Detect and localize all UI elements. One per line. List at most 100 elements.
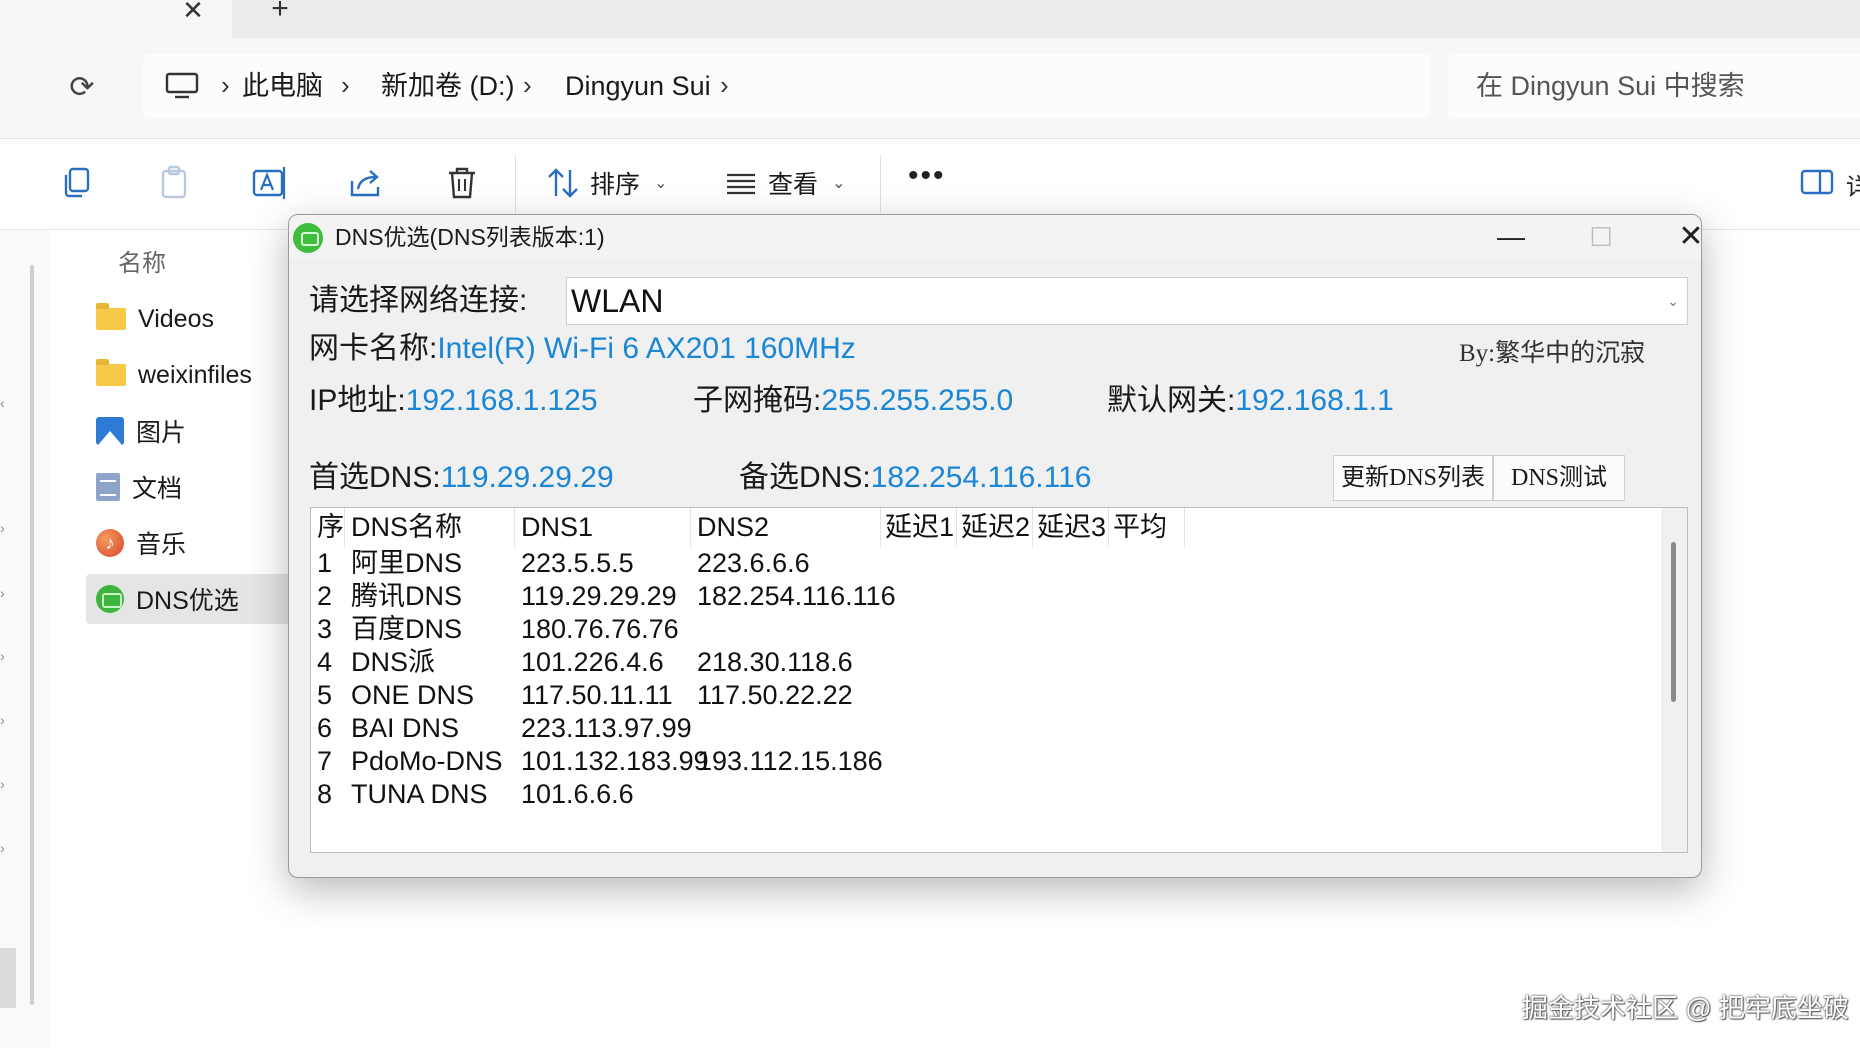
- col-header-latency3[interactable]: 延迟3: [1033, 508, 1109, 547]
- breadcrumb-chevron-icon[interactable]: ›: [221, 54, 230, 118]
- chevron-down-icon: ⌄: [832, 175, 846, 192]
- breadcrumb-chevron-icon[interactable]: ›: [523, 54, 532, 118]
- sort-icon: [548, 168, 578, 198]
- minimize-icon[interactable]: —: [1471, 215, 1551, 259]
- maximize-icon[interactable]: ☐: [1561, 215, 1641, 259]
- expand-arrow-icon[interactable]: ›: [0, 585, 10, 601]
- cell-dns2: [691, 712, 881, 745]
- dialog-title: DNS优选(DNS列表版本:1): [335, 224, 605, 250]
- copy-icon[interactable]: [58, 163, 98, 203]
- update-dns-list-button[interactable]: 更新DNS列表: [1333, 455, 1493, 501]
- dns-app-icon: [96, 585, 124, 613]
- view-label: 查看: [768, 171, 819, 199]
- col-header-dns2[interactable]: DNS2: [691, 508, 881, 547]
- nav-item-weixinfiles[interactable]: weixinfiles: [86, 350, 296, 400]
- sort-button[interactable]: 排序 ⌄: [546, 163, 667, 203]
- nav-item-music[interactable]: ♪ 音乐: [86, 518, 296, 568]
- cell-dns2: 223.6.6.6: [697, 548, 810, 578]
- gateway-row: 默认网关:192.168.1.1: [1107, 379, 1394, 423]
- expand-arrow-icon[interactable]: ‹: [0, 395, 10, 411]
- expand-arrow-icon[interactable]: ›: [0, 840, 10, 856]
- cell-index: 6: [317, 713, 333, 743]
- col-header-dns1[interactable]: DNS1: [515, 508, 691, 547]
- gateway-value: 192.168.1.1: [1235, 384, 1394, 417]
- column-header-name[interactable]: 名称: [118, 243, 166, 278]
- cell-dns1: 119.29.29.29: [521, 581, 677, 611]
- dns-list-scroll-thumb[interactable]: [1671, 542, 1676, 702]
- share-icon[interactable]: [346, 163, 386, 203]
- nav-item-label: DNS优选: [136, 587, 239, 615]
- active-tab[interactable]: ✕: [0, 0, 232, 38]
- author-credit: By:繁华中的沉寂: [1459, 340, 1646, 367]
- close-icon[interactable]: ✕: [1651, 215, 1701, 259]
- nav-item-label: weixinfiles: [138, 360, 252, 389]
- address-bar[interactable]: › 此电脑 › 新加卷 (D:) › Dingyun Sui ›: [143, 54, 1431, 118]
- details-label[interactable]: 详: [1846, 167, 1860, 202]
- nav-item-label: 图片: [136, 419, 187, 447]
- col-header-dns-name[interactable]: DNS名称: [345, 508, 515, 547]
- nav-item-pictures[interactable]: 图片: [86, 406, 296, 456]
- cell-dns-name: 百度DNS: [351, 614, 463, 644]
- cell-dns1: 223.5.5.5: [521, 548, 634, 578]
- cell-dns-name: 腾讯DNS: [351, 581, 463, 611]
- breadcrumb-chevron-icon[interactable]: ›: [341, 54, 350, 118]
- cell-dns-name: BAI DNS: [351, 713, 460, 743]
- nav-item-documents[interactable]: 文档: [86, 462, 296, 512]
- ip-label: IP地址:: [309, 384, 406, 417]
- expand-arrow-icon[interactable]: ›: [0, 520, 10, 536]
- rename-icon[interactable]: [250, 163, 290, 203]
- ip-value: 192.168.1.125: [405, 384, 598, 417]
- dns-list-row[interactable]: 8 TUNA DNS 101.6.6.6: [311, 778, 1671, 817]
- cell-index: 5: [317, 680, 333, 710]
- col-header-index[interactable]: 序: [311, 508, 345, 547]
- cell-dns1: 101.132.183.99: [521, 746, 709, 776]
- cell-dns2: [691, 778, 881, 811]
- nav-item-videos[interactable]: Videos: [86, 294, 296, 344]
- breadcrumb-current-folder[interactable]: Dingyun Sui: [565, 54, 711, 118]
- primary-dns-value: 119.29.29.29: [440, 461, 614, 494]
- gateway-label: 默认网关:: [1107, 384, 1236, 417]
- view-button[interactable]: 查看 ⌄: [724, 163, 845, 203]
- cell-index: 7: [317, 746, 333, 776]
- cell-index: 2: [317, 581, 333, 611]
- dialog-titlebar[interactable]: DNS优选(DNS列表版本:1) — ☐ ✕: [289, 215, 1701, 259]
- breadcrumb-drive-d[interactable]: 新加卷 (D:): [381, 54, 514, 118]
- nav-pane-scrollbar[interactable]: [30, 265, 34, 1005]
- mask-value: 255.255.255.0: [821, 384, 1014, 417]
- delete-icon[interactable]: [442, 163, 482, 203]
- search-box[interactable]: 在 Dingyun Sui 中搜索: [1448, 54, 1860, 118]
- cell-dns1: 101.6.6.6: [521, 779, 634, 809]
- tab-close-icon[interactable]: ✕: [178, 0, 208, 23]
- cell-dns2: 193.112.15.186: [697, 746, 883, 776]
- col-header-average[interactable]: 平均: [1109, 508, 1185, 547]
- dns-list-scrollbar[interactable]: [1661, 508, 1687, 852]
- network-select[interactable]: WLAN ⌄: [566, 277, 1688, 325]
- mask-label: 子网掩码:: [693, 384, 822, 417]
- more-options-icon[interactable]: •••: [908, 159, 946, 193]
- this-pc-icon: [165, 72, 199, 99]
- sort-label: 排序: [590, 171, 641, 199]
- secondary-dns-row: 备选DNS:182.254.116.116: [739, 453, 1091, 503]
- dns-test-button[interactable]: DNS测试: [1493, 455, 1625, 501]
- expand-arrow-icon[interactable]: ›: [0, 648, 10, 664]
- primary-dns-label: 首选DNS:: [309, 461, 441, 494]
- breadcrumb-chevron-icon[interactable]: ›: [720, 54, 729, 118]
- col-header-latency2[interactable]: 延迟2: [957, 508, 1033, 547]
- col-header-latency1[interactable]: 延迟1: [881, 508, 957, 547]
- nav-pane-scroll-thumb[interactable]: [0, 948, 16, 1008]
- dns-list[interactable]: 序 DNS名称 DNS1 DNS2 延迟1 延迟2 延迟3 平均 1 阿里DNS 2…: [310, 507, 1688, 853]
- primary-dns-row: 首选DNS:119.29.29.29: [309, 453, 614, 503]
- new-tab-icon[interactable]: +: [265, 0, 295, 24]
- cell-dns1: 117.50.11.11: [521, 680, 673, 710]
- expand-arrow-icon[interactable]: ›: [0, 712, 10, 728]
- nav-item-dns-optimizer[interactable]: DNS优选: [86, 574, 296, 624]
- nav-item-label: 文档: [132, 475, 183, 503]
- details-pane-icon[interactable]: [1800, 165, 1834, 199]
- address-row: ⟳ › 此电脑 › 新加卷 (D:) › Dingyun Sui › 在 Din…: [0, 38, 1860, 138]
- expand-arrow-icon[interactable]: ›: [0, 776, 10, 792]
- cell-dns2: 117.50.22.22: [697, 680, 853, 710]
- cell-index: 4: [317, 647, 333, 677]
- breadcrumb-this-pc[interactable]: 此电脑: [242, 54, 323, 118]
- refresh-icon[interactable]: ⟳: [62, 68, 102, 108]
- paste-icon[interactable]: [154, 163, 194, 203]
